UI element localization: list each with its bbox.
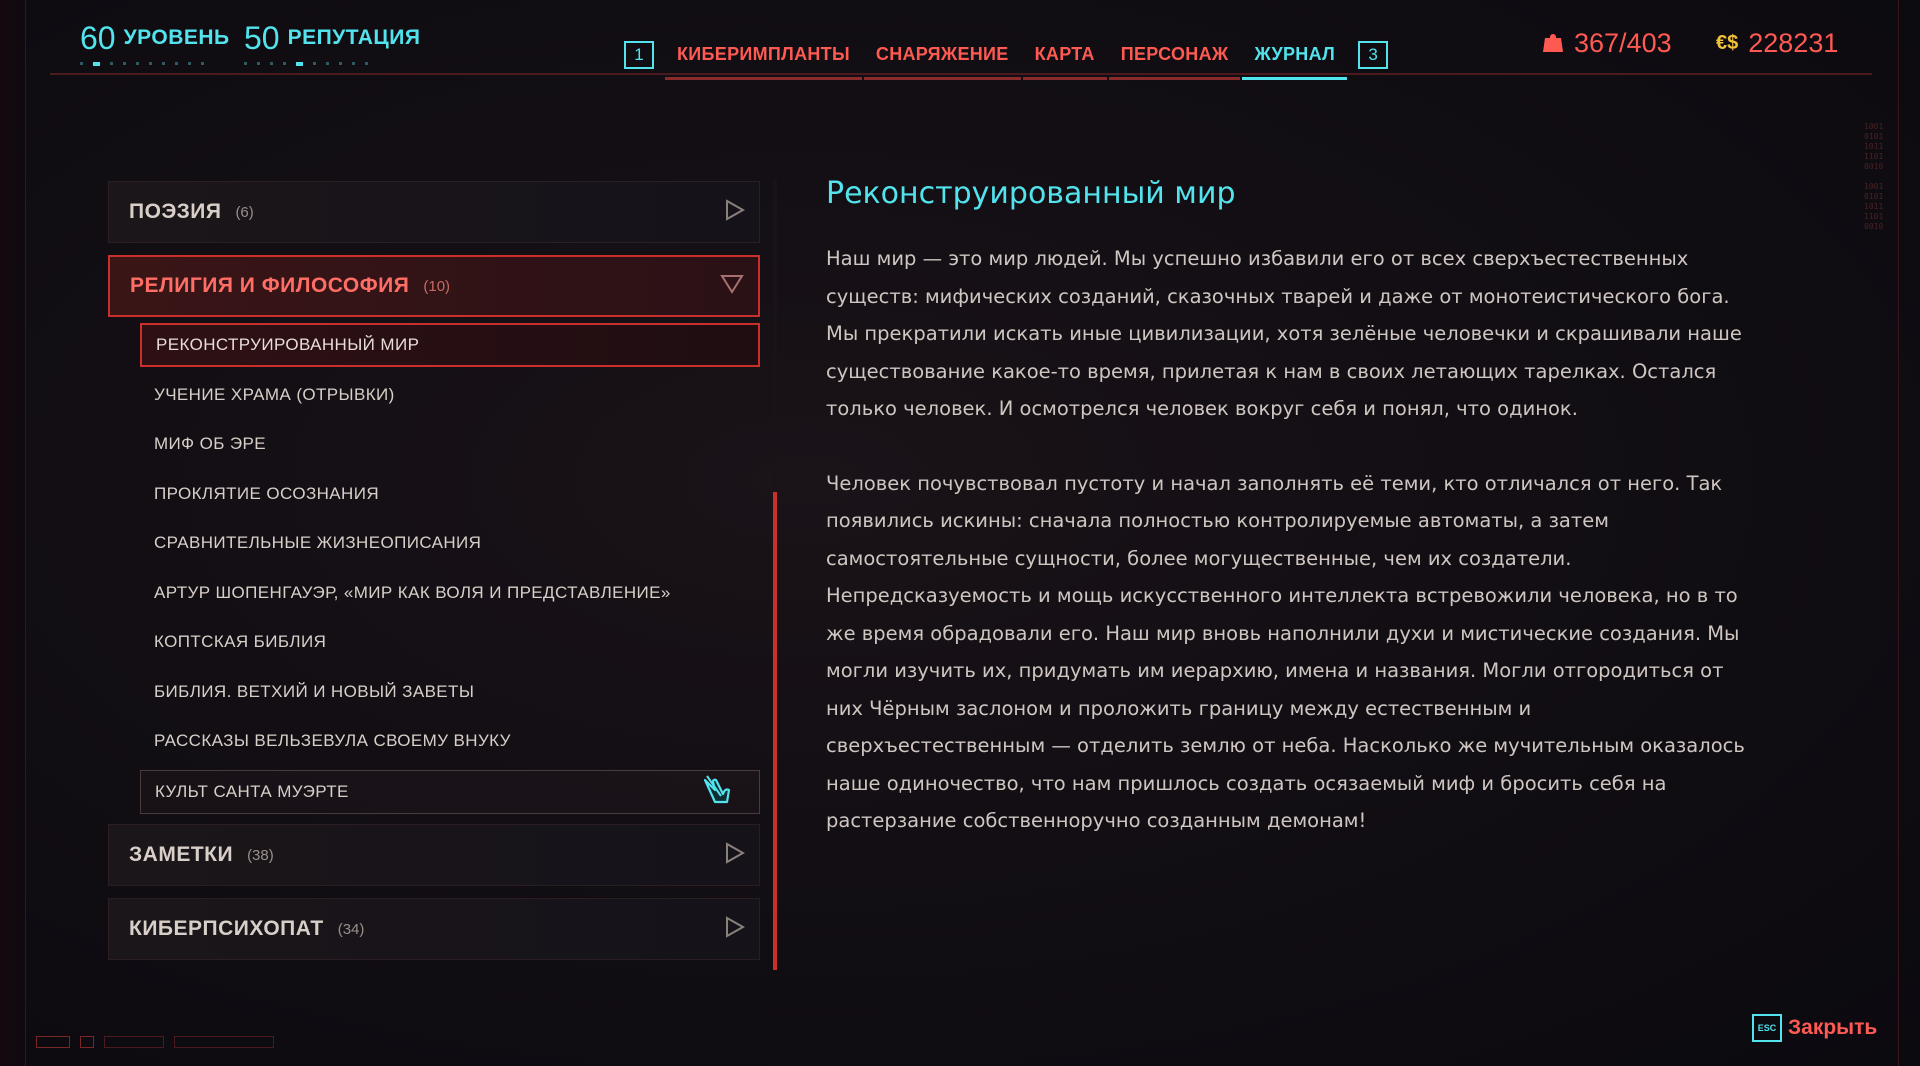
reputation-value: 50 bbox=[244, 20, 280, 56]
tab-character[interactable]: ПЕРСОНАЖ bbox=[1108, 38, 1241, 80]
journal-screen: 1001 0101 1011 1101 0010 1001 0101 1011 … bbox=[0, 0, 1920, 1066]
entry-item-label: МИФ ОБ ЭРЕ bbox=[154, 434, 267, 453]
category-name: РЕЛИГИЯ И ФИЛОСОФИЯ bbox=[130, 274, 410, 297]
entry-item-label: СРАВНИТЕЛЬНЫЕ ЖИЗНЕОПИСАНИЯ bbox=[154, 533, 482, 552]
expand-arrow-icon bbox=[725, 916, 746, 942]
journal-entry-item[interactable]: БИБЛИЯ. ВЕТХИЙ И НОВЫЙ ЗАВЕТЫ bbox=[140, 670, 760, 714]
entry-item-label: КУЛЬТ САНТА МУЭРТЕ bbox=[155, 782, 349, 801]
category-religion-philosophy[interactable]: РЕЛИГИЯ И ФИЛОСОФИЯ (10) bbox=[108, 255, 760, 317]
list-scrollbar[interactable] bbox=[773, 492, 777, 970]
footer-decor bbox=[36, 1036, 274, 1048]
reputation-label: РЕПУТАЦИЯ bbox=[287, 26, 421, 49]
level-value: 60 bbox=[80, 20, 116, 56]
expand-arrow-icon bbox=[725, 842, 746, 868]
expand-arrow-icon bbox=[725, 199, 746, 225]
weight-icon bbox=[1542, 31, 1564, 57]
level-progress-dots bbox=[80, 62, 204, 66]
money-value: 228231 bbox=[1748, 28, 1839, 58]
entry-item-label: РАССКАЗЫ ВЕЛЬЗЕВУЛА СВОЕМУ ВНУКУ bbox=[154, 731, 511, 750]
journal-entry-item[interactable]: АРТУР ШОПЕНГАУЭР, «МИР КАК ВОЛЯ И ПРЕДСТ… bbox=[140, 571, 760, 615]
category-poetry[interactable]: ПОЭЗИЯ (6) bbox=[108, 181, 760, 243]
journal-entry-item[interactable]: КОПТСКАЯ БИБЛИЯ bbox=[140, 620, 760, 664]
hand-cursor-icon bbox=[701, 774, 735, 810]
category-count: (6) bbox=[235, 203, 254, 221]
eurodollar-icon: €$ bbox=[1716, 32, 1739, 54]
right-frame-edge bbox=[1898, 0, 1920, 1066]
close-label: Закрыть bbox=[1788, 1016, 1878, 1039]
entry-body: Наш мир — это мир людей. Мы успешно изба… bbox=[826, 240, 1746, 877]
category-count: (38) bbox=[247, 846, 274, 864]
entry-item-label: ПРОКЛЯТИЕ ОСОЗНАНИЯ bbox=[154, 484, 380, 503]
reputation-stat: 50 РЕПУТАЦИЯ bbox=[244, 20, 421, 66]
nav-next-key[interactable]: 3 bbox=[1358, 41, 1389, 69]
journal-entry-item[interactable]: СРАВНИТЕЛЬНЫЕ ЖИЗНЕОПИСАНИЯ bbox=[140, 521, 760, 565]
journal-entry-item[interactable]: РАССКАЗЫ ВЕЛЬЗЕВУЛА СВОЕМУ ВНУКУ bbox=[140, 719, 760, 763]
category-cyberpsycho[interactable]: КИБЕРПСИХОПАТ (34) bbox=[108, 898, 760, 960]
tab-inventory[interactable]: СНАРЯЖЕНИЕ bbox=[863, 38, 1021, 80]
left-frame-edge bbox=[0, 0, 26, 1066]
tab-cyberware[interactable]: КИБЕРИМПЛАНТЫ bbox=[665, 38, 862, 80]
category-name: ЗАМЕТКИ bbox=[129, 843, 234, 866]
close-button[interactable]: ESC Закрыть bbox=[1752, 1014, 1877, 1042]
journal-entry-item-hovered[interactable]: КУЛЬТ САНТА МУЭРТЕ bbox=[140, 770, 760, 814]
category-notes[interactable]: ЗАМЕТКИ (38) bbox=[108, 824, 760, 886]
journal-entry-item[interactable]: РЕКОНСТРУИРОВАННЫЙ МИР bbox=[140, 323, 760, 367]
carry-weight-value: 367/403 bbox=[1574, 28, 1672, 58]
decor-binary: 1001 0101 1011 1101 0010 1001 0101 1011 … bbox=[1864, 122, 1884, 231]
entry-item-label: УЧЕНИЕ ХРАМА (ОТРЫВКИ) bbox=[154, 385, 395, 404]
category-count: (34) bbox=[337, 920, 365, 938]
main-nav: 1 КИБЕРИМПЛАНТЫ СНАРЯЖЕНИЕ КАРТА ПЕРСОНА… bbox=[624, 34, 1389, 80]
carry-weight: 367/403 bbox=[1542, 28, 1672, 59]
entry-item-label: КОПТСКАЯ БИБЛИЯ bbox=[154, 632, 327, 651]
level-stat: 60 УРОВЕНЬ bbox=[80, 20, 230, 66]
entry-item-label: РЕКОНСТРУИРОВАННЫЙ МИР bbox=[156, 335, 420, 354]
nav-prev-key[interactable]: 1 bbox=[624, 41, 654, 69]
collapse-arrow-icon bbox=[720, 274, 744, 298]
entry-title: Реконструированный мир bbox=[826, 176, 1236, 211]
journal-entry-item[interactable]: МИФ ОБ ЭРЕ bbox=[140, 422, 760, 466]
journal-entry-item[interactable]: УЧЕНИЕ ХРАМА (ОТРЫВКИ) bbox=[140, 373, 760, 417]
category-count: (10) bbox=[423, 277, 451, 295]
journal-entry-item[interactable]: ПРОКЛЯТИЕ ОСОЗНАНИЯ bbox=[140, 472, 760, 516]
money: €$ 228231 bbox=[1716, 28, 1838, 59]
entry-paragraph: Наш мир — это мир людей. Мы успешно изба… bbox=[826, 247, 1742, 420]
category-name: КИБЕРПСИХОПАТ bbox=[129, 917, 324, 940]
tab-map[interactable]: КАРТА bbox=[1022, 38, 1107, 80]
tab-journal[interactable]: ЖУРНАЛ bbox=[1242, 38, 1348, 80]
level-label: УРОВЕНЬ bbox=[123, 26, 230, 49]
entry-paragraph: Человек почувствовал пустоту и начал зап… bbox=[826, 471, 1745, 833]
reputation-progress-dots bbox=[244, 62, 368, 66]
category-name: ПОЭЗИЯ bbox=[129, 200, 222, 223]
entry-item-label: АРТУР ШОПЕНГАУЭР, «МИР КАК ВОЛЯ И ПРЕДСТ… bbox=[154, 583, 671, 602]
entry-item-label: БИБЛИЯ. ВЕТХИЙ И НОВЫЙ ЗАВЕТЫ bbox=[154, 682, 475, 701]
esc-key-icon: ESC bbox=[1752, 1014, 1782, 1042]
